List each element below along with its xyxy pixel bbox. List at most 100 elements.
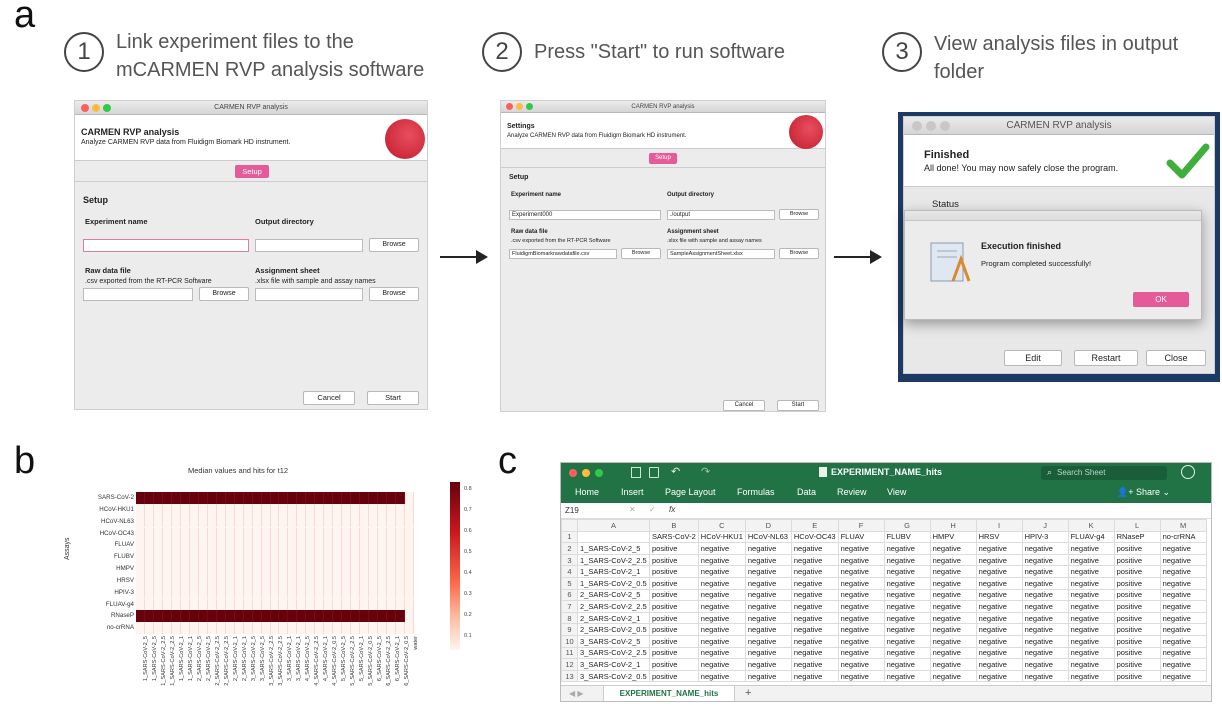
table-cell[interactable]: negative bbox=[1159, 553, 1207, 567]
table-cell[interactable]: positive bbox=[1113, 600, 1161, 613]
table-cell[interactable]: negative bbox=[975, 611, 1023, 625]
sidebar-icon[interactable] bbox=[631, 467, 641, 478]
table-cell[interactable]: positive bbox=[1113, 553, 1161, 567]
row-header[interactable]: 10 bbox=[561, 634, 578, 648]
table-cell[interactable]: negative bbox=[837, 542, 885, 555]
row-header[interactable]: 8 bbox=[561, 611, 578, 625]
table-cell[interactable]: negative bbox=[744, 576, 792, 590]
column-header[interactable]: K bbox=[1067, 519, 1115, 532]
accept-formula-icon[interactable]: ✓ bbox=[649, 505, 656, 514]
table-cell[interactable]: negative bbox=[837, 576, 885, 590]
table-cell[interactable]: negative bbox=[697, 634, 746, 648]
table-cell[interactable]: negative bbox=[975, 623, 1023, 636]
table-cell[interactable]: negative bbox=[790, 611, 839, 625]
table-cell[interactable]: negative bbox=[744, 611, 792, 625]
column-header[interactable]: J bbox=[1021, 519, 1069, 532]
table-cell[interactable]: negative bbox=[929, 553, 977, 567]
table-cell[interactable]: 2_SARS-CoV-2_2.5 bbox=[577, 600, 650, 613]
tab-setup[interactable]: Setup bbox=[235, 165, 269, 178]
raw-data-input[interactable] bbox=[83, 288, 193, 301]
row-header[interactable]: 2 bbox=[561, 542, 578, 555]
table-cell[interactable]: negative bbox=[1159, 565, 1207, 578]
cancel-button[interactable]: Cancel bbox=[303, 391, 355, 405]
table-cell[interactable]: positive bbox=[1113, 646, 1161, 660]
table-cell[interactable]: negative bbox=[975, 669, 1023, 683]
table-cell[interactable]: HCoV-NL63 bbox=[744, 530, 792, 544]
cancel-formula-icon[interactable]: ✕ bbox=[629, 505, 636, 514]
zoom-window-button[interactable] bbox=[526, 103, 533, 110]
table-cell[interactable]: negative bbox=[790, 542, 839, 555]
table-cell[interactable]: negative bbox=[790, 646, 839, 660]
table-cell[interactable]: negative bbox=[1021, 658, 1069, 671]
table-cell[interactable]: positive bbox=[649, 669, 699, 683]
row-header[interactable]: 12 bbox=[561, 658, 578, 671]
table-cell[interactable]: HPIV-3 bbox=[1021, 530, 1069, 544]
share-button[interactable]: 👤+ Share ⌄ bbox=[1117, 487, 1170, 498]
close-button[interactable]: Close bbox=[1146, 350, 1206, 366]
browse-assignment-button[interactable]: Browse bbox=[369, 287, 419, 301]
table-cell[interactable]: positive bbox=[649, 565, 699, 578]
table-cell[interactable]: negative bbox=[697, 542, 746, 555]
table-cell[interactable]: negative bbox=[790, 600, 839, 613]
table-cell[interactable]: negative bbox=[837, 658, 885, 671]
add-sheet-icon[interactable]: + bbox=[745, 687, 751, 699]
table-cell[interactable]: RNaseP bbox=[1113, 530, 1161, 544]
table-cell[interactable]: negative bbox=[837, 553, 885, 567]
table-cell[interactable]: negative bbox=[1021, 542, 1069, 555]
table-cell[interactable]: 3_SARS-CoV-2_0.5 bbox=[577, 669, 650, 683]
table-cell[interactable]: negative bbox=[1159, 634, 1207, 648]
ribbon-tab-view[interactable]: View bbox=[887, 487, 906, 497]
table-cell[interactable]: negative bbox=[1021, 576, 1069, 590]
table-cell[interactable]: negative bbox=[744, 669, 792, 683]
table-cell[interactable]: negative bbox=[883, 542, 931, 555]
function-icon[interactable]: fx bbox=[669, 505, 675, 514]
table-cell[interactable]: negative bbox=[790, 576, 839, 590]
ribbon-tab-review[interactable]: Review bbox=[837, 487, 867, 497]
table-cell[interactable]: negative bbox=[1159, 611, 1207, 625]
table-cell[interactable]: HCoV-HKU1 bbox=[697, 530, 746, 544]
search-sheet-input[interactable]: Search Sheet bbox=[1041, 466, 1167, 480]
table-cell[interactable]: 2_SARS-CoV-2_1 bbox=[577, 611, 650, 625]
row-header[interactable]: 7 bbox=[561, 600, 578, 613]
table-cell[interactable]: negative bbox=[1159, 542, 1207, 555]
table-cell[interactable]: negative bbox=[744, 646, 792, 660]
table-cell[interactable]: negative bbox=[1067, 553, 1115, 567]
row-header[interactable]: 1 bbox=[561, 530, 578, 544]
table-cell[interactable]: negative bbox=[1021, 634, 1069, 648]
ribbon-tab-home[interactable]: Home bbox=[575, 487, 599, 497]
table-cell[interactable]: positive bbox=[649, 646, 699, 660]
table-cell[interactable]: negative bbox=[697, 600, 746, 613]
close-window-button[interactable] bbox=[506, 103, 513, 110]
table-cell[interactable]: negative bbox=[1067, 634, 1115, 648]
table-cell[interactable]: 1_SARS-CoV-2_0.5 bbox=[577, 576, 650, 590]
table-cell[interactable]: negative bbox=[883, 553, 931, 567]
column-header[interactable]: F bbox=[837, 519, 885, 532]
table-cell[interactable]: negative bbox=[1067, 588, 1115, 602]
table-cell[interactable]: negative bbox=[883, 669, 931, 683]
table-cell[interactable]: positive bbox=[1113, 588, 1161, 602]
table-cell[interactable]: negative bbox=[697, 646, 746, 660]
table-cell[interactable]: negative bbox=[1067, 600, 1115, 613]
table-cell[interactable]: negative bbox=[929, 669, 977, 683]
table-cell[interactable]: negative bbox=[929, 634, 977, 648]
row-header[interactable]: 5 bbox=[561, 576, 578, 590]
zoom-window-button[interactable] bbox=[595, 469, 603, 477]
table-cell[interactable]: negative bbox=[975, 576, 1023, 590]
table-cell[interactable]: negative bbox=[744, 600, 792, 613]
table-cell[interactable]: negative bbox=[1021, 600, 1069, 613]
table-cell[interactable]: negative bbox=[837, 565, 885, 578]
output-directory-input[interactable]: ./output bbox=[667, 210, 775, 220]
column-header[interactable]: L bbox=[1113, 519, 1161, 532]
column-header[interactable]: I bbox=[975, 519, 1023, 532]
table-cell[interactable]: negative bbox=[975, 646, 1023, 660]
table-cell[interactable]: negative bbox=[744, 658, 792, 671]
table-cell[interactable]: negative bbox=[1159, 646, 1207, 660]
table-cell[interactable]: positive bbox=[1113, 658, 1161, 671]
table-cell[interactable]: negative bbox=[744, 542, 792, 555]
browse-raw-button[interactable]: Browse bbox=[199, 287, 249, 301]
table-cell[interactable]: negative bbox=[744, 634, 792, 648]
table-cell[interactable]: negative bbox=[837, 669, 885, 683]
table-cell[interactable]: negative bbox=[929, 542, 977, 555]
table-cell[interactable]: FLUAV-g4 bbox=[1067, 530, 1115, 544]
minimize-window-button[interactable] bbox=[582, 469, 590, 477]
